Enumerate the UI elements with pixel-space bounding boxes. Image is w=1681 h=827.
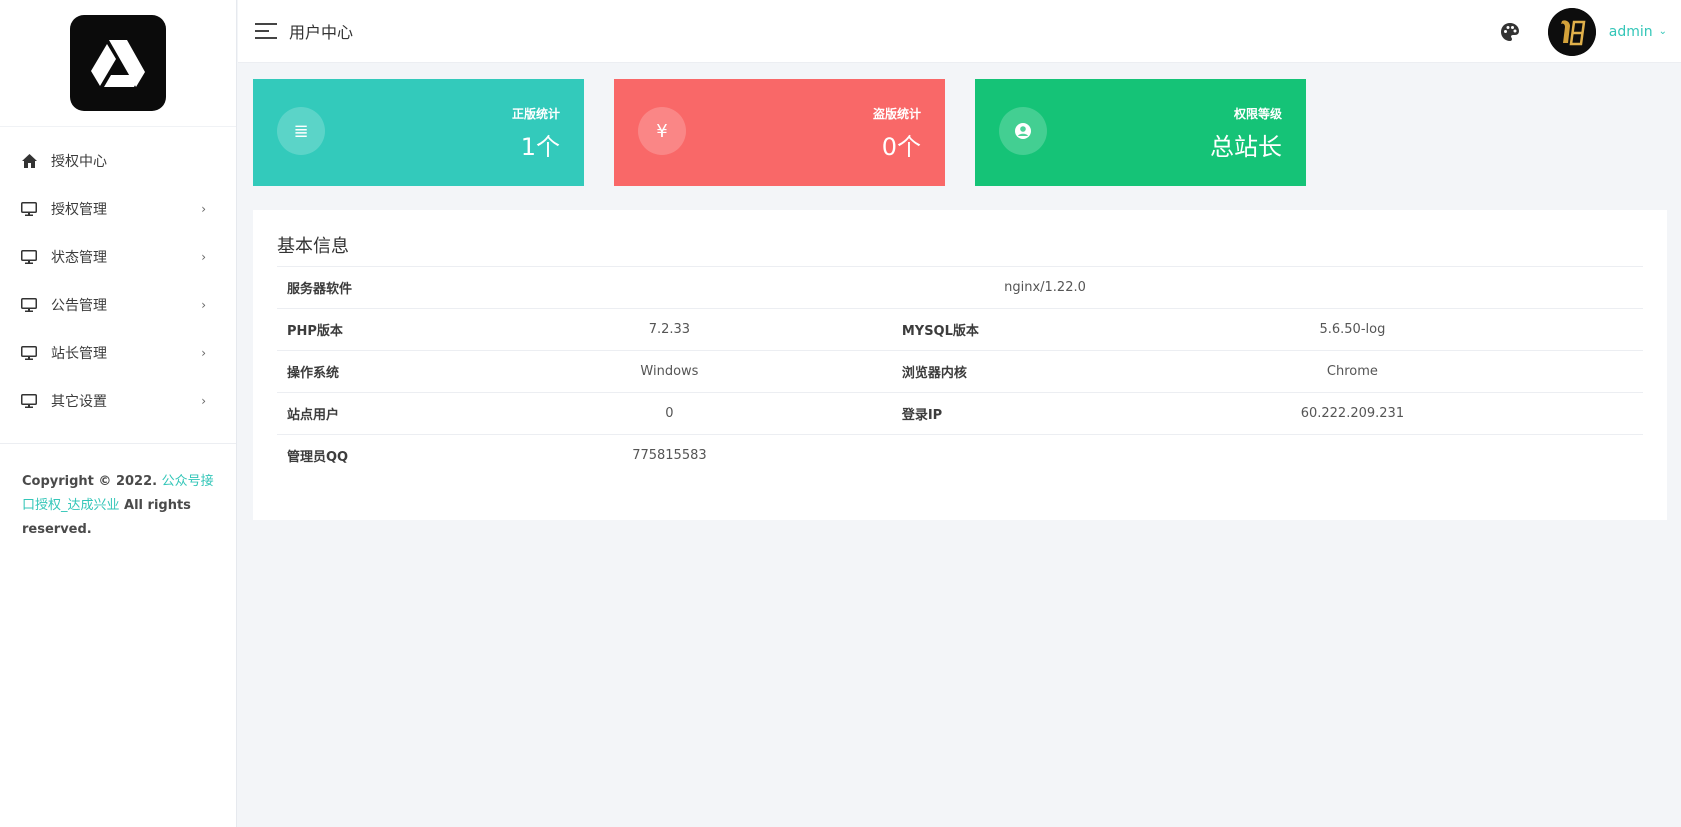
monitor-icon — [20, 392, 38, 410]
info-key-php-version: PHP版本 — [277, 308, 447, 351]
top-header: 用户中心 admin ⌄ — [238, 0, 1681, 63]
stat-card-value: 1个 — [520, 133, 560, 161]
monitor-icon — [20, 200, 38, 218]
logo-area — [0, 0, 236, 127]
table-row: 管理员QQ 775815583 — [277, 435, 1643, 477]
stat-card-value: 总站长 — [1210, 133, 1282, 161]
avatar[interactable] — [1547, 7, 1596, 56]
sidebar-item-auth-management[interactable]: 授权管理 › — [0, 185, 236, 233]
basic-info-panel: 基本信息 服务器软件 nginx/1.22.0 PHP版本 7.2.33 MYS… — [253, 210, 1667, 520]
stat-card-label: 权限等级 — [1233, 107, 1282, 121]
stat-card-permission-level: 权限等级 总站长 — [975, 79, 1306, 186]
table-row: PHP版本 7.2.33 MYSQL版本 5.6.50-log — [277, 308, 1643, 351]
sidebar: 授权中心 授权管理 › 状态管理 › 公告管理 › 站长管理 › 其它设置 › … — [0, 0, 237, 827]
list-icon: ≣ — [277, 107, 325, 155]
panel-title: 基本信息 — [277, 236, 349, 257]
sidebar-item-status-management[interactable]: 状态管理 › — [0, 233, 236, 281]
sidebar-item-auth-center[interactable]: 授权中心 — [0, 137, 236, 185]
chevron-right-icon: › — [201, 394, 206, 408]
monitor-icon — [20, 248, 38, 266]
chevron-right-icon: › — [201, 346, 206, 360]
info-key-mysql-version: MYSQL版本 — [891, 308, 1062, 351]
avatar-logo-icon — [1547, 7, 1596, 56]
palette-icon[interactable] — [1500, 22, 1520, 42]
info-key-browser: 浏览器内核 — [891, 350, 1062, 393]
stat-card-licensed: ≣ 正版统计 1个 — [253, 79, 584, 186]
info-value-os: Windows — [447, 350, 892, 393]
info-value-server-software: nginx/1.22.0 — [447, 266, 1643, 309]
menu-toggle-icon[interactable] — [255, 23, 277, 39]
copyright: Copyright © 2022. 公众号接口授权_达成兴业 All right… — [0, 444, 236, 542]
info-key-site-users: 站点用户 — [277, 392, 447, 435]
info-value-mysql-version: 5.6.50-log — [1061, 308, 1643, 351]
app-logo[interactable] — [70, 15, 166, 111]
header-right: admin ⌄ — [1500, 0, 1667, 63]
sidebar-menu: 授权中心 授权管理 › 状态管理 › 公告管理 › 站长管理 › 其它设置 › — [0, 127, 236, 425]
basic-info-table: 服务器软件 nginx/1.22.0 PHP版本 7.2.33 MYSQL版本 … — [277, 266, 1643, 477]
empty-cell — [892, 435, 1062, 477]
table-row: 站点用户 0 登录IP 60.222.209.231 — [277, 392, 1643, 435]
stat-card-label: 正版统计 — [511, 107, 560, 121]
sidebar-item-announcement-management[interactable]: 公告管理 › — [0, 281, 236, 329]
info-value-login-ip: 60.222.209.231 — [1061, 392, 1643, 435]
info-key-server-software: 服务器软件 — [277, 266, 447, 309]
info-key-login-ip: 登录IP — [891, 392, 1062, 435]
stat-card-value: 0个 — [881, 133, 921, 161]
copyright-prefix: Copyright © 2022. — [22, 474, 162, 489]
chevron-right-icon: › — [201, 202, 206, 216]
chevron-right-icon: › — [201, 298, 206, 312]
info-value-admin-qq: 775815583 — [632, 448, 707, 464]
sidebar-item-label: 授权中心 — [51, 154, 107, 170]
info-value-browser: Chrome — [1061, 350, 1643, 393]
sidebar-item-label: 状态管理 — [51, 250, 107, 266]
user-circle-icon — [999, 107, 1047, 155]
sidebar-item-webmaster-management[interactable]: 站长管理 › — [0, 329, 236, 377]
page-title: 用户中心 — [289, 23, 354, 42]
info-value-site-users: 0 — [447, 392, 892, 435]
sidebar-item-other-settings[interactable]: 其它设置 › — [0, 377, 236, 425]
home-icon — [20, 152, 38, 170]
info-key-os: 操作系统 — [277, 350, 447, 393]
yen-icon: ¥ — [638, 107, 686, 155]
monitor-icon — [20, 344, 38, 362]
drive-triangle-logo-icon — [91, 40, 145, 87]
sidebar-item-label: 站长管理 — [51, 346, 107, 362]
info-key-admin-qq: 管理员QQ — [287, 450, 349, 466]
table-row: 操作系统 Windows 浏览器内核 Chrome — [277, 350, 1643, 393]
stat-card-label: 盗版统计 — [872, 107, 921, 121]
sidebar-item-label: 其它设置 — [51, 394, 107, 410]
stat-card-pirated: ¥ 盗版统计 0个 — [614, 79, 945, 186]
user-menu-name[interactable]: admin — [1609, 24, 1653, 40]
empty-cell — [1062, 435, 1643, 477]
table-row: 服务器软件 nginx/1.22.0 — [277, 266, 1643, 309]
chevron-right-icon: › — [201, 250, 206, 264]
chevron-down-icon[interactable]: ⌄ — [1659, 26, 1667, 37]
sidebar-item-label: 公告管理 — [51, 298, 107, 314]
info-value-php-version: 7.2.33 — [447, 308, 892, 351]
sidebar-item-label: 授权管理 — [51, 202, 107, 218]
monitor-icon — [20, 296, 38, 314]
